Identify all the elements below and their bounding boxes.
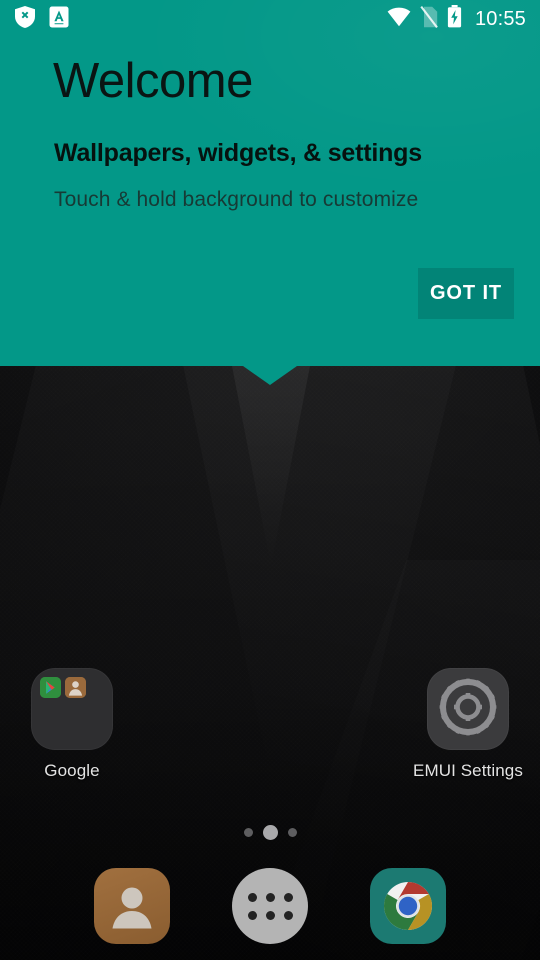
shield-x-icon bbox=[14, 5, 36, 34]
status-bar-right-icons: 10:55 bbox=[387, 5, 526, 33]
got-it-button[interactable]: GOT IT bbox=[418, 268, 514, 319]
contacts-icon bbox=[65, 677, 86, 698]
chrome-icon bbox=[370, 868, 446, 944]
gear-icon bbox=[438, 677, 498, 742]
status-bar-clock: 10:55 bbox=[474, 7, 526, 30]
drawer-dot bbox=[247, 910, 257, 920]
banner-subtitle: Wallpapers, widgets, & settings bbox=[54, 139, 422, 167]
letter-a-icon bbox=[49, 6, 69, 33]
status-bar: 10:55 bbox=[0, 0, 540, 38]
page-indicator[interactable] bbox=[0, 822, 540, 842]
drawer-dot bbox=[283, 892, 293, 902]
sim-card-off-icon bbox=[420, 5, 438, 33]
person-icon bbox=[94, 868, 170, 944]
drawer-dot bbox=[265, 892, 275, 902]
banner-pointer-notch bbox=[243, 366, 297, 385]
drawer-dot bbox=[247, 892, 257, 902]
wifi-icon bbox=[387, 7, 411, 32]
banner-title: Welcome bbox=[53, 54, 253, 108]
dock bbox=[0, 866, 540, 946]
dock-item-chrome[interactable] bbox=[370, 868, 446, 944]
dock-item-contacts[interactable] bbox=[94, 868, 170, 944]
page-dot[interactable] bbox=[287, 827, 297, 837]
battery-charging-icon bbox=[447, 5, 462, 33]
drawer-dot bbox=[265, 910, 275, 920]
banner-body-text: Touch & hold background to customize bbox=[54, 188, 419, 211]
page-dot-active[interactable] bbox=[262, 824, 278, 840]
app-label: Google bbox=[44, 761, 100, 780]
drawer-dot bbox=[283, 910, 293, 920]
settings-tile[interactable] bbox=[427, 668, 509, 750]
home-screen: Welcome Wallpapers, widgets, & settings … bbox=[0, 0, 540, 960]
app-icon-emui-settings[interactable]: EMUI Settings bbox=[408, 668, 528, 781]
grid-dots-icon bbox=[232, 868, 308, 944]
app-label: EMUI Settings bbox=[413, 761, 523, 780]
dock-item-app-drawer[interactable] bbox=[232, 868, 308, 944]
status-bar-left-icons bbox=[14, 5, 69, 34]
folder-tile[interactable] bbox=[31, 668, 113, 750]
welcome-banner: Welcome Wallpapers, widgets, & settings … bbox=[0, 0, 540, 366]
page-dot[interactable] bbox=[243, 827, 253, 837]
app-icon-google-folder[interactable]: Google bbox=[12, 668, 132, 781]
play-store-icon bbox=[40, 677, 61, 698]
